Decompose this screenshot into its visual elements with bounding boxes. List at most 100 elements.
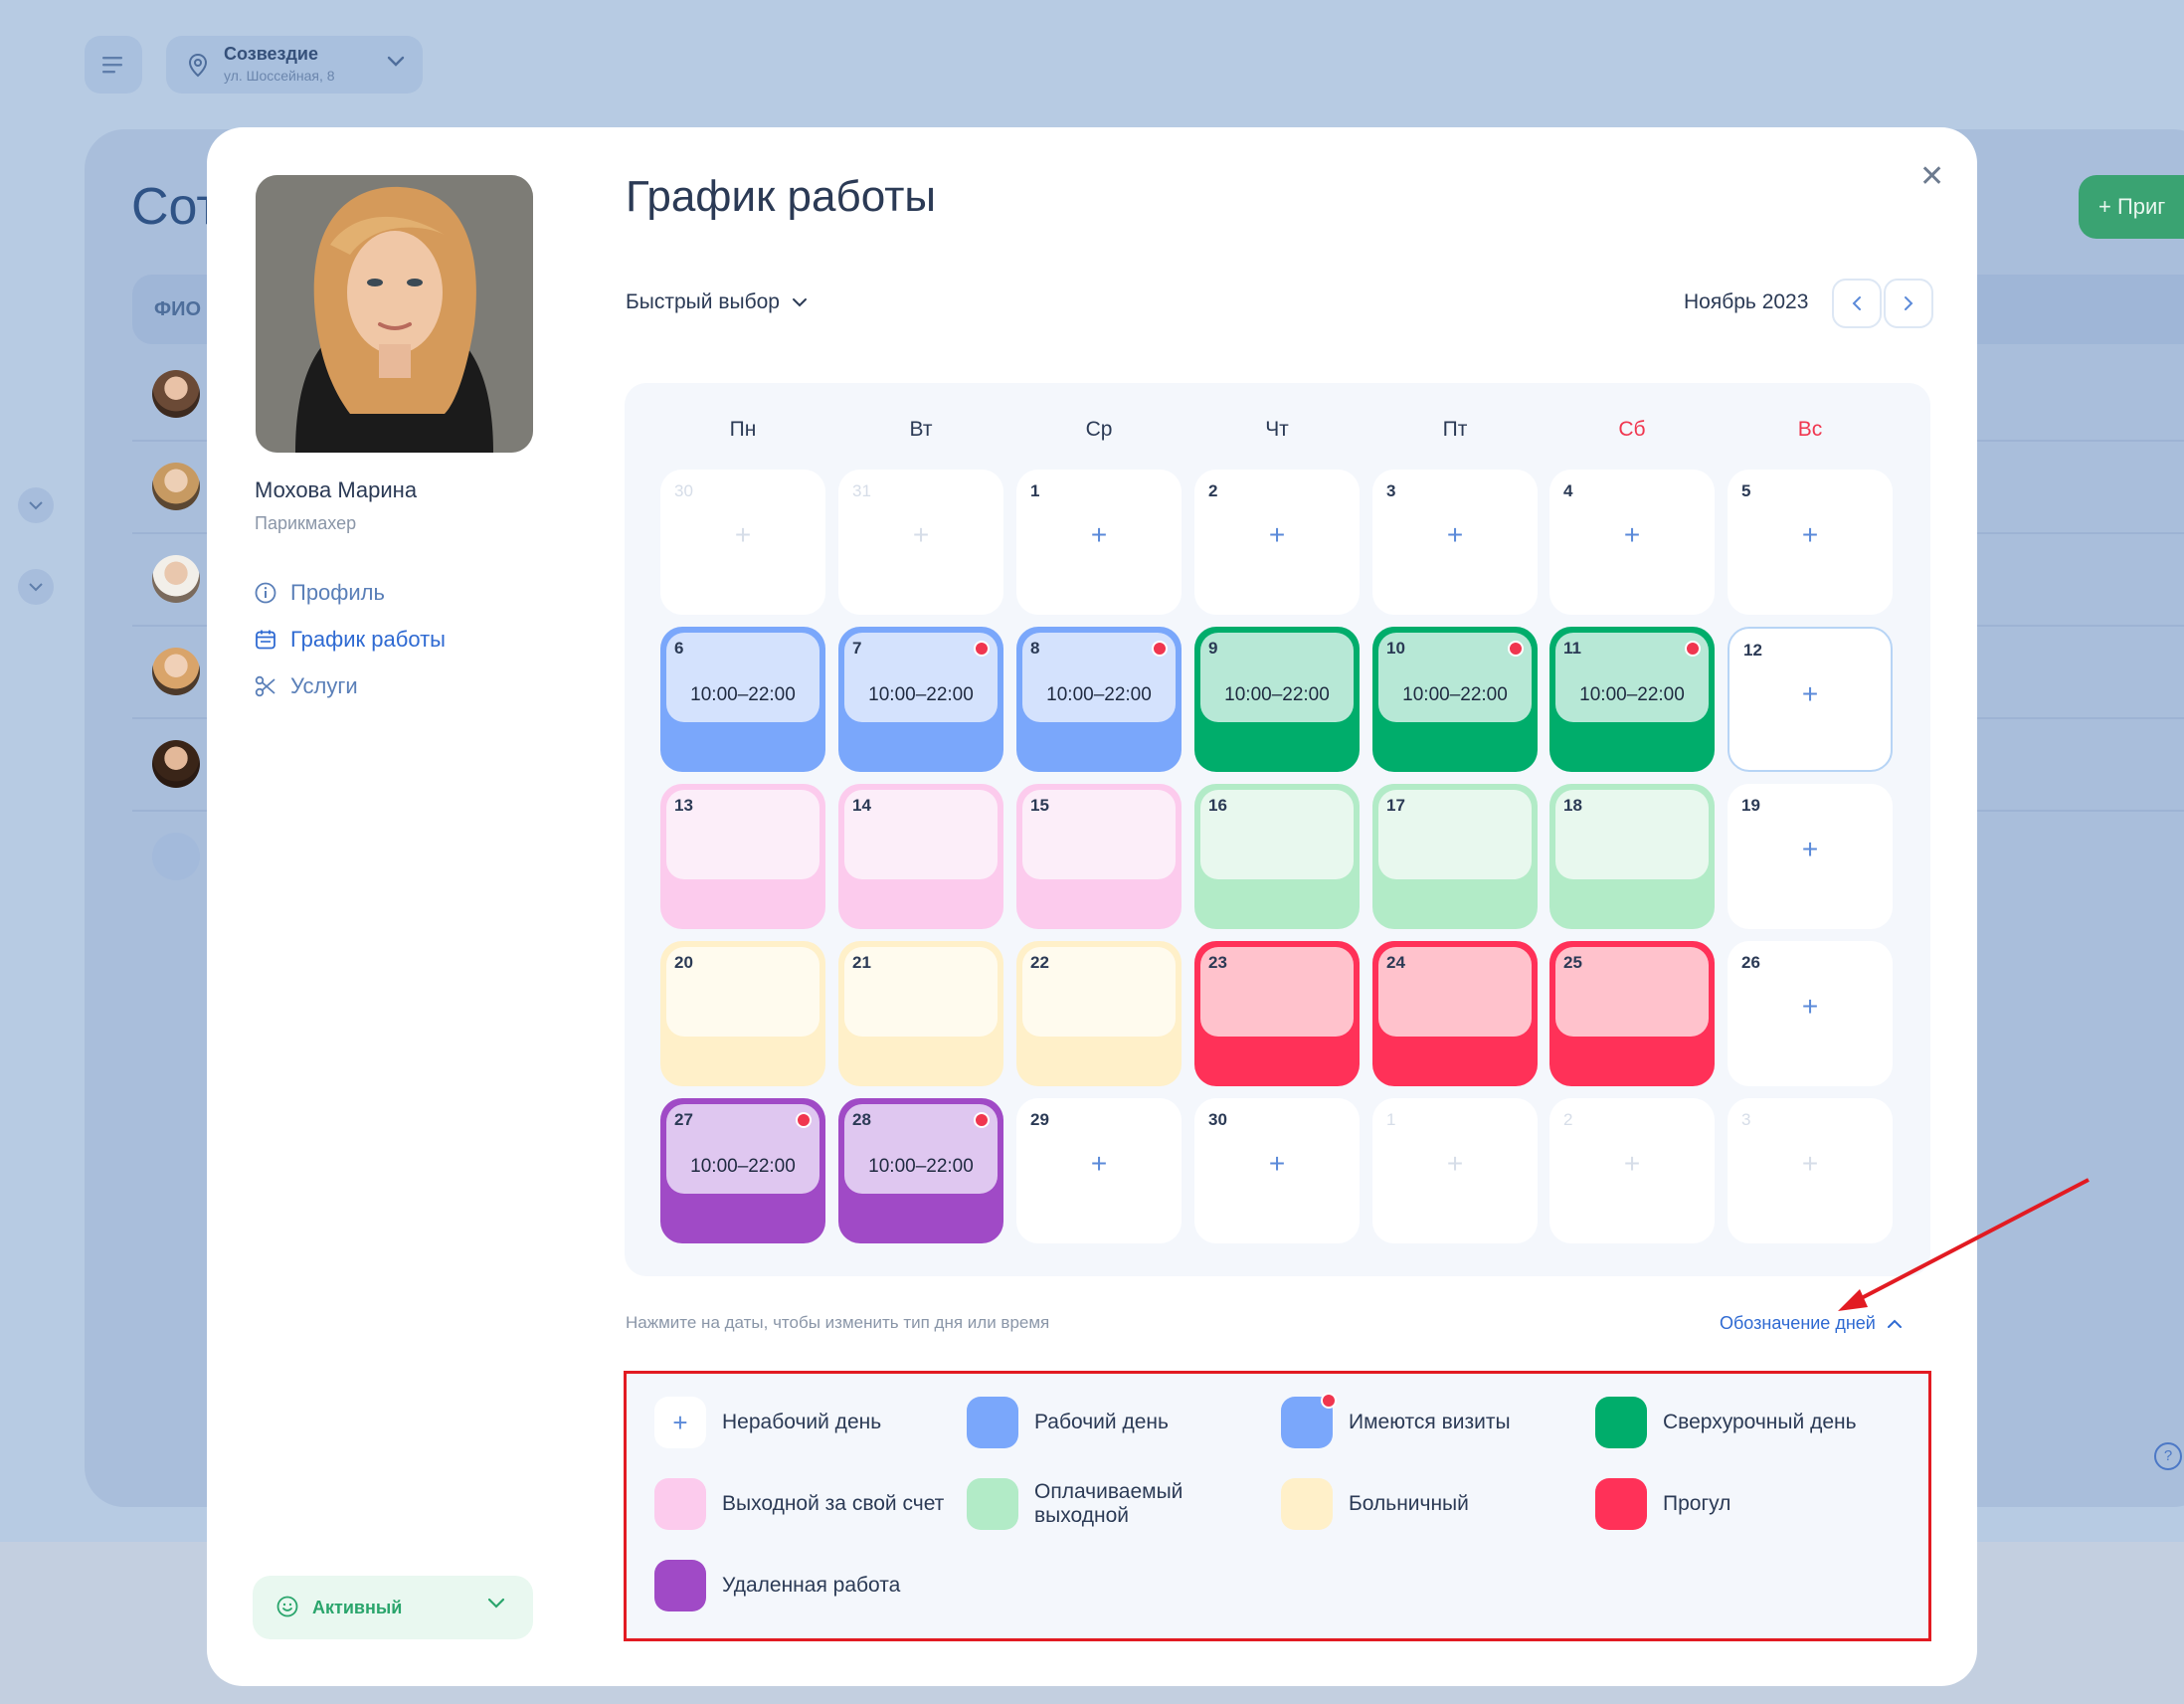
- calendar-day[interactable]: 11 10:00–22:00: [1549, 627, 1715, 772]
- employee-role: Парикмахер: [255, 513, 357, 533]
- legend-label: Оплачиваемый выходной: [1034, 1480, 1183, 1527]
- chevron-right-icon: [1905, 296, 1913, 310]
- calendar-day[interactable]: 4 +: [1549, 470, 1715, 615]
- calendar-day[interactable]: 13: [660, 784, 825, 929]
- legend-item: Выходной за свой счет: [654, 1478, 953, 1530]
- day-time: 10:00–22:00: [868, 1156, 974, 1177]
- calendar-day[interactable]: 19 +: [1728, 784, 1893, 929]
- add-icon: +: [912, 519, 930, 550]
- info-icon: [255, 582, 276, 604]
- visits-indicator: [1152, 641, 1168, 657]
- visits-indicator: [1508, 641, 1524, 657]
- calendar-day[interactable]: 5 +: [1728, 470, 1893, 615]
- chevron-down-icon: [29, 500, 43, 509]
- legend-swatch: [1595, 1478, 1647, 1530]
- legend-item: Удаленная работа: [654, 1560, 953, 1611]
- day-number: 30: [1208, 1110, 1227, 1129]
- day-number: 25: [1563, 953, 1582, 972]
- calendar-day[interactable]: 23: [1194, 941, 1360, 1086]
- chevron-down-icon: [387, 56, 405, 67]
- chevron-down-icon: [487, 1598, 505, 1609]
- calendar-day[interactable]: 9 10:00–22:00: [1194, 627, 1360, 772]
- add-icon: +: [1446, 1148, 1464, 1179]
- calendar-day[interactable]: 29 +: [1016, 1098, 1182, 1243]
- calendar-day[interactable]: 30 +: [1194, 1098, 1360, 1243]
- quick-select-label: Быстрый выбор: [626, 290, 780, 313]
- calendar-day[interactable]: 22: [1016, 941, 1182, 1086]
- calendar-day[interactable]: 1 +: [1016, 470, 1182, 615]
- calendar-day[interactable]: 14: [838, 784, 1003, 929]
- weekday-header: Пт: [1442, 418, 1468, 441]
- day-number: 2: [1208, 481, 1218, 500]
- scissors-icon: [255, 675, 275, 697]
- day-time: 10:00–22:00: [1224, 684, 1330, 705]
- day-number: 7: [852, 639, 862, 658]
- calendar-day[interactable]: 21: [838, 941, 1003, 1086]
- calendar-day[interactable]: 28 10:00–22:00: [838, 1098, 1003, 1243]
- day-number: 24: [1386, 953, 1405, 972]
- close-icon[interactable]: ✕: [1919, 159, 1944, 194]
- legend-item: Сверхурочный день: [1595, 1397, 1894, 1448]
- day-number: 15: [1030, 796, 1049, 815]
- add-icon: +: [1801, 834, 1819, 864]
- calendar-day[interactable]: 26 +: [1728, 941, 1893, 1086]
- calendar-day[interactable]: 2 +: [1194, 470, 1360, 615]
- day-time: 10:00–22:00: [690, 1156, 796, 1177]
- expand-button[interactable]: [18, 569, 54, 605]
- calendar-day[interactable]: 6 10:00–22:00: [660, 627, 825, 772]
- calendar-day[interactable]: 27 10:00–22:00: [660, 1098, 825, 1243]
- calendar-day[interactable]: 25: [1549, 941, 1715, 1086]
- day-number: 5: [1741, 481, 1751, 500]
- prev-month-button[interactable]: [1832, 279, 1882, 328]
- add-icon: +: [1801, 1148, 1819, 1179]
- help-icon[interactable]: ?: [2154, 1442, 2182, 1470]
- location-pin-icon: [188, 54, 208, 78]
- visits-indicator: [974, 1112, 990, 1128]
- calendar-day[interactable]: 24: [1372, 941, 1538, 1086]
- legend-label: Больничный: [1349, 1492, 1469, 1515]
- calendar-day[interactable]: 18: [1549, 784, 1715, 929]
- legend-swatch: [1281, 1478, 1333, 1530]
- add-icon: +: [1623, 519, 1641, 550]
- day-number: 8: [1030, 639, 1040, 658]
- day-number: 22: [1030, 953, 1049, 972]
- calendar-day[interactable]: 7 10:00–22:00: [838, 627, 1003, 772]
- weekday-header: Вс: [1797, 418, 1823, 441]
- calendar-day[interactable]: 8 10:00–22:00: [1016, 627, 1182, 772]
- menu-button[interactable]: [85, 36, 142, 94]
- nav-services[interactable]: Услуги: [255, 670, 513, 702]
- visits-indicator: [1685, 641, 1701, 657]
- nav-schedule[interactable]: График работы: [255, 624, 513, 656]
- legend-toggle[interactable]: Обозначение дней: [1720, 1313, 1902, 1334]
- calendar-day[interactable]: 20: [660, 941, 825, 1086]
- location-selector[interactable]: Созвездие ул. Шоссейная, 8: [166, 36, 423, 94]
- day-number: 30: [674, 481, 693, 500]
- status-label: Активный: [312, 1598, 403, 1617]
- calendar-day: 30 +: [660, 470, 825, 615]
- calendar-day[interactable]: 17: [1372, 784, 1538, 929]
- add-icon: +: [1090, 1148, 1108, 1179]
- invite-button[interactable]: + Приг: [2079, 175, 2184, 239]
- calendar-day[interactable]: 12 +: [1728, 627, 1893, 772]
- add-icon: +: [1446, 519, 1464, 550]
- calendar-day[interactable]: 16: [1194, 784, 1360, 929]
- calendar-day[interactable]: 15: [1016, 784, 1182, 929]
- next-month-button[interactable]: [1884, 279, 1933, 328]
- day-time: 10:00–22:00: [868, 684, 974, 705]
- nav-profile[interactable]: Профиль: [255, 577, 513, 609]
- quick-select-dropdown[interactable]: Быстрый выбор: [626, 290, 808, 314]
- day-number: 9: [1208, 639, 1218, 658]
- table-header-name: ФИО: [154, 298, 202, 320]
- menu-icon: [102, 57, 122, 74]
- nav-services-label: Услуги: [290, 673, 358, 698]
- calendar-day[interactable]: 3 +: [1372, 470, 1538, 615]
- employee-status-dropdown[interactable]: Активный: [253, 1576, 533, 1639]
- legend-item: Больничный: [1281, 1478, 1579, 1530]
- avatar: [152, 463, 200, 510]
- day-number: 10: [1386, 639, 1405, 658]
- current-month: Ноябрь 2023: [1684, 290, 1809, 313]
- expand-button[interactable]: [18, 487, 54, 523]
- location-address: ул. Шоссейная, 8: [224, 68, 335, 84]
- add-icon: +: [1268, 519, 1286, 550]
- calendar-day[interactable]: 10 10:00–22:00: [1372, 627, 1538, 772]
